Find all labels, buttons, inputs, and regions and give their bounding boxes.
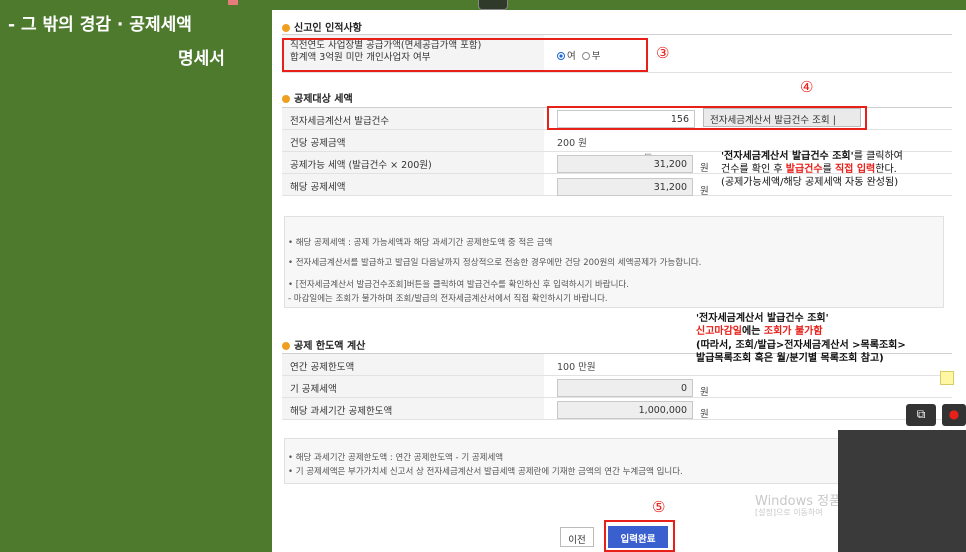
highlight-box-5 bbox=[604, 520, 675, 552]
applied-tax-unit: 원 bbox=[700, 186, 709, 197]
row-unit-amount: 건당 공제금액 200 원 bbox=[282, 130, 952, 152]
highlight-box-3 bbox=[282, 38, 648, 72]
marker-5: ⑤ bbox=[652, 498, 666, 516]
annotation-line: (공제가능세액/해당 공제세액 자동 완성됨) bbox=[721, 177, 899, 188]
webcam-overlay bbox=[838, 430, 966, 552]
annotation-line: 건수를 확인 후 발급건수를 직접 입력한다. bbox=[721, 164, 897, 175]
issue-count-label: 전자세금계산서 발급건수 bbox=[282, 108, 544, 129]
main-panel: 신고인 인적사항 직전연도 사업장별 공급가액(면세공급가액 포함) 합계액 3… bbox=[272, 10, 966, 552]
annual-limit-label: 연간 공제한도액 bbox=[282, 354, 544, 375]
annotation-line: '전자세금계산서 발급건수 조회' bbox=[696, 313, 829, 324]
prior-deduction-label: 기 공제세액 bbox=[282, 376, 544, 397]
sidebar-title-cont: 명세서 bbox=[178, 49, 225, 69]
applied-tax-label: 해당 공제세액 bbox=[282, 174, 544, 195]
annotation-line: (따라서, 조회/발급>전자세금계산서 >목록조회> bbox=[696, 340, 906, 351]
record-icon[interactable]: ● bbox=[942, 404, 966, 426]
note-item: • 해당 과세기간 공제한도액 : 연간 공제한도액 - 기 공제세액 bbox=[288, 453, 504, 463]
marker-3: ③ bbox=[656, 44, 670, 62]
sticky-note-icon bbox=[940, 371, 954, 385]
possible-tax-unit: 원 bbox=[700, 163, 709, 174]
period-limit-label: 해당 과세기간 공제한도액 bbox=[282, 398, 544, 419]
note-item: • 해당 공제세액 : 공제 가능세액과 해당 과세기간 공제한도액 중 적은 … bbox=[288, 238, 553, 248]
note-item: - 마감일에는 조회가 불가하며 조회/발급의 전자세금계산서에서 직접 확인하… bbox=[288, 294, 608, 304]
badge-icon bbox=[228, 0, 238, 5]
period-limit-input: 1,000,000 bbox=[557, 401, 693, 419]
bullet-icon bbox=[282, 95, 290, 103]
applied-tax-input: 31,200 bbox=[557, 178, 693, 196]
note-item: • 전자세금계산서를 발급하고 발급일 다음날까지 정상적으로 전송한 경우에만… bbox=[288, 258, 702, 268]
possible-tax-input: 31,200 bbox=[557, 155, 693, 173]
annotation-line: '전자세금계산서 발급건수 조회'를 클릭하여 bbox=[721, 151, 903, 162]
annotation-line: 발급목록조회 혹은 월/분기별 목록조회 참고) bbox=[696, 353, 884, 364]
highlight-box-4 bbox=[547, 106, 867, 130]
bullet-icon bbox=[282, 342, 290, 350]
unit-amount-value: 200 원 bbox=[557, 138, 587, 149]
prior-deduction-unit: 원 bbox=[700, 387, 709, 398]
possible-tax-label: 공제가능 세액 (발급건수 × 200원) bbox=[282, 152, 544, 173]
sidebar-title: - 그 밖의 경감 · 공제세액 bbox=[8, 15, 192, 35]
period-limit-unit: 원 bbox=[700, 409, 709, 420]
screen-share-icon[interactable]: ⧉ bbox=[906, 404, 936, 426]
top-handle[interactable] bbox=[478, 0, 508, 10]
section-title-deduction: 공제대상 세액 bbox=[282, 90, 353, 105]
annotation-line: 신고마감일에는 조회가 불가함 bbox=[696, 326, 823, 337]
marker-4: ④ bbox=[800, 78, 814, 96]
unit-amount-label: 건당 공제금액 bbox=[282, 130, 544, 151]
prior-deduction-input: 0 bbox=[557, 379, 693, 397]
note-item: • 기 공제세액은 부가가치세 신고서 상 전자세금계산서 발급세액 공제란에 … bbox=[288, 467, 683, 477]
section-title-declarant: 신고인 인적사항 bbox=[282, 19, 362, 34]
section-title-limit: 공제 한도액 계산 bbox=[282, 337, 365, 352]
top-strip bbox=[272, 0, 966, 10]
prev-button[interactable]: 이전 bbox=[560, 527, 594, 547]
annual-limit-value: 100 만원 bbox=[557, 362, 596, 373]
bullet-icon bbox=[282, 24, 290, 32]
windows-activation-subtext: [설정]으로 이동하여 bbox=[755, 508, 823, 517]
note-item: • [전자세금계산서 발급건수조회]버튼을 클릭하여 발급건수를 확인하신 후 … bbox=[288, 280, 629, 290]
sidebar-panel: - 그 밖의 경감 · 공제세액 명세서 bbox=[0, 0, 272, 552]
